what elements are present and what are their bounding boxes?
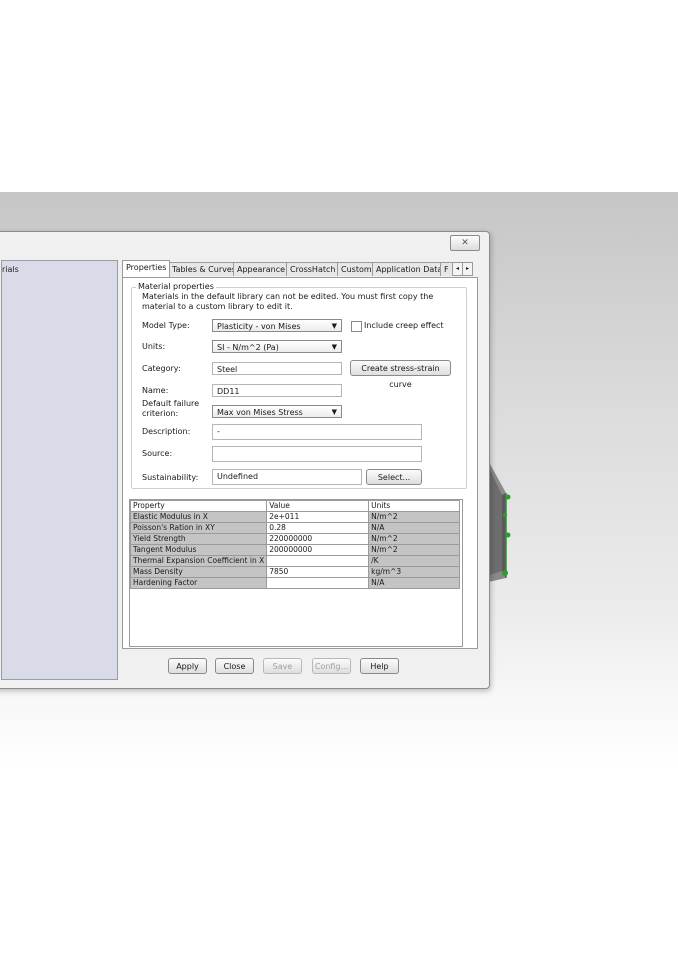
category-label: Category: bbox=[142, 364, 181, 373]
config-button[interactable]: Config... bbox=[312, 658, 351, 674]
source-field[interactable] bbox=[212, 446, 422, 462]
table-row[interactable]: Mass Density 7850 kg/m^3 bbox=[129, 566, 460, 578]
sustainability-field: Undefined bbox=[212, 469, 362, 485]
canvas-background-bottom bbox=[0, 687, 678, 960]
header-units[interactable]: Units bbox=[368, 500, 460, 512]
cell-units: kg/m^3 bbox=[368, 566, 460, 578]
tab-tables-curves[interactable]: Tables & Curves bbox=[168, 262, 240, 276]
cell-units: N/A bbox=[368, 522, 460, 534]
failure-criterion-select[interactable]: Max von Mises Stress ▼ bbox=[212, 405, 342, 418]
table-header-row: Property Value Units bbox=[129, 500, 460, 512]
select-sustainability-button[interactable]: Select... bbox=[366, 469, 422, 485]
source-label: Source: bbox=[142, 449, 173, 458]
create-stress-strain-button[interactable]: Create stress-strain curve bbox=[350, 360, 451, 389]
model-type-select[interactable]: Plasticity - von Mises ▼ bbox=[212, 319, 342, 332]
sustainability-label: Sustainability: bbox=[142, 473, 199, 482]
tab-scroll-right-icon[interactable]: ▸ bbox=[462, 262, 473, 276]
cell-value[interactable] bbox=[266, 555, 370, 567]
failure-criterion-value: Max von Mises Stress bbox=[217, 408, 303, 417]
description-label: Description: bbox=[142, 427, 191, 436]
cell-units: N/m^2 bbox=[368, 544, 460, 556]
table-row[interactable]: Yield Strength 220000000 N/m^2 bbox=[129, 533, 460, 545]
cell-property: Elastic Modulus in X bbox=[129, 511, 268, 523]
close-button[interactable]: Close bbox=[215, 658, 254, 674]
units-select[interactable]: SI - N/m^2 (Pa) ▼ bbox=[212, 340, 342, 353]
material-tree-panel[interactable]: rials bbox=[1, 260, 118, 680]
cell-property: Hardening Factor bbox=[129, 577, 268, 589]
failure-criterion-label: Default failure criterion: bbox=[142, 399, 200, 418]
table-row[interactable]: Elastic Modulus in X 2e+011 N/m^2 bbox=[129, 511, 460, 523]
cell-property: Tangent Modulus bbox=[129, 544, 268, 556]
creep-checkbox[interactable] bbox=[351, 321, 362, 332]
close-icon[interactable]: ✕ bbox=[450, 235, 480, 251]
help-button[interactable]: Help bbox=[360, 658, 399, 674]
chevron-down-icon: ▼ bbox=[331, 343, 337, 351]
tab-strip: Properties Tables & Curves Appearance Cr… bbox=[122, 260, 474, 277]
group-title: Material properties bbox=[136, 282, 216, 291]
cell-property: Poisson's Ration in XY bbox=[129, 522, 268, 534]
table-row[interactable]: Poisson's Ration in XY 0.28 N/A bbox=[129, 522, 460, 534]
chevron-down-icon: ▼ bbox=[331, 408, 337, 416]
name-field[interactable]: DD11 bbox=[212, 384, 342, 397]
tab-application-data[interactable]: Application Data bbox=[372, 262, 447, 276]
creep-label: Include creep effect bbox=[364, 321, 444, 330]
cell-value[interactable] bbox=[266, 577, 370, 589]
model-type-label: Model Type: bbox=[142, 321, 190, 330]
cell-units: /K bbox=[368, 555, 460, 567]
edit-note: Materials in the default library can not… bbox=[142, 292, 434, 311]
properties-tab-page: Material properties Materials in the def… bbox=[122, 277, 478, 649]
cell-units: N/m^2 bbox=[368, 511, 460, 523]
cell-property: Thermal Expansion Coefficient in X bbox=[129, 555, 268, 567]
cell-value[interactable]: 220000000 bbox=[266, 533, 370, 545]
apply-button[interactable]: Apply bbox=[168, 658, 207, 674]
cell-property: Yield Strength bbox=[129, 533, 268, 545]
properties-table[interactable]: Property Value Units Elastic Modulus in … bbox=[129, 499, 463, 647]
dialog-button-bar: Apply Close Save Config... Help bbox=[122, 653, 476, 679]
save-button[interactable]: Save bbox=[263, 658, 302, 674]
tab-overflow[interactable]: F bbox=[440, 262, 453, 276]
header-value[interactable]: Value bbox=[266, 500, 370, 512]
model-type-value: Plasticity - von Mises bbox=[217, 322, 301, 331]
tab-crosshatch[interactable]: CrossHatch bbox=[286, 262, 340, 276]
table-row[interactable]: Hardening Factor N/A bbox=[129, 577, 460, 589]
cell-value[interactable]: 0.28 bbox=[266, 522, 370, 534]
header-property[interactable]: Property bbox=[129, 500, 268, 512]
chevron-down-icon: ▼ bbox=[331, 322, 337, 330]
cell-value[interactable]: 2e+011 bbox=[266, 511, 370, 523]
canvas-background-top bbox=[0, 0, 678, 192]
cell-units: N/m^2 bbox=[368, 533, 460, 545]
name-label: Name: bbox=[142, 386, 169, 395]
units-label: Units: bbox=[142, 342, 166, 351]
units-value: SI - N/m^2 (Pa) bbox=[217, 343, 279, 352]
cell-value[interactable]: 200000000 bbox=[266, 544, 370, 556]
cell-units: N/A bbox=[368, 577, 460, 589]
table-row[interactable]: Thermal Expansion Coefficient in X /K bbox=[129, 555, 460, 567]
tab-properties[interactable]: Properties bbox=[122, 260, 171, 277]
table-row[interactable]: Tangent Modulus 200000000 N/m^2 bbox=[129, 544, 460, 556]
description-field[interactable]: - bbox=[212, 424, 422, 440]
tab-appearance[interactable]: Appearance bbox=[233, 262, 290, 276]
tab-custom[interactable]: Custom bbox=[337, 262, 376, 276]
cell-value[interactable]: 7850 bbox=[266, 566, 370, 578]
material-dialog: ✕ rials Properties Tables & Curves Appea… bbox=[0, 231, 490, 689]
category-field[interactable]: Steel bbox=[212, 362, 342, 375]
cell-property: Mass Density bbox=[129, 566, 268, 578]
material-properties-group: Material properties Materials in the def… bbox=[131, 282, 467, 489]
tree-item-materials[interactable]: rials bbox=[2, 265, 19, 274]
